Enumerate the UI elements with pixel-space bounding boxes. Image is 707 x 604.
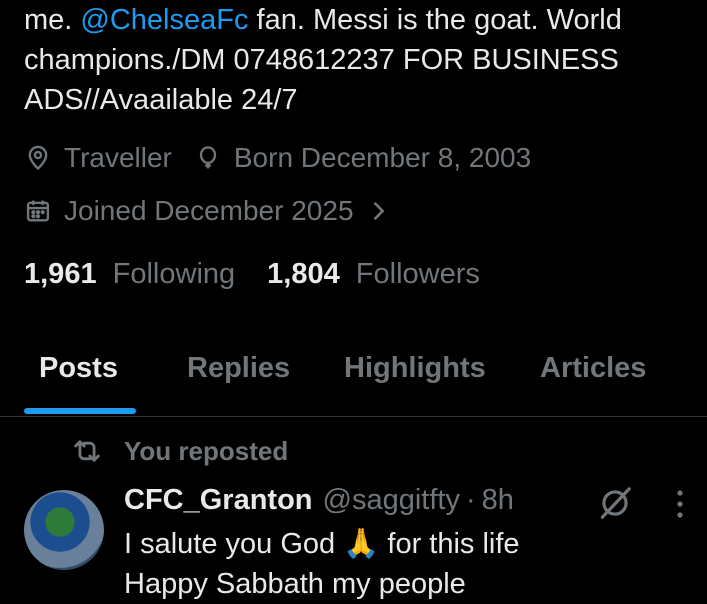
location-text: Traveller: [64, 142, 172, 173]
bio-line-1-suffix: fan. Messi is the goat. World: [248, 4, 622, 36]
active-tab-indicator: [24, 408, 136, 414]
repost-label: You reposted: [124, 435, 289, 466]
repost-indicator: You reposted: [70, 434, 288, 468]
bio-line-1-prefix: me.: [24, 4, 81, 36]
bio-line-2: champions./DM 0748612237 FOR BUSINESS: [24, 44, 619, 76]
follow-stats: 1,961 Following 1,804 Followers: [24, 258, 480, 291]
joined-text: Joined December 2025: [64, 195, 354, 226]
post-handle[interactable]: @saggitfty: [323, 484, 460, 517]
bio-line-1: me. @ChelseaFc fan. Messi is the goat. W…: [24, 0, 694, 40]
profile-meta-row-1: Traveller Born December 8, 2003: [24, 142, 531, 174]
tab-posts[interactable]: Posts: [39, 352, 118, 385]
profile-tabs: Posts Replies Highlights Articles: [0, 340, 707, 417]
balloon-icon: [199, 146, 217, 169]
post-text-line-2: Happy Sabbath my people: [124, 568, 466, 600]
bio-line-3: ADS//Avaailable 24/7: [24, 84, 298, 116]
post-display-name[interactable]: CFC_Granton: [124, 484, 313, 517]
post-text-line-1: I salute you God 🙏 for this life: [124, 528, 520, 560]
avatar[interactable]: [24, 490, 104, 570]
birthday-text: Born December 8, 2003: [233, 142, 532, 173]
tab-highlights[interactable]: Highlights: [344, 352, 486, 385]
grok-icon[interactable]: [596, 484, 634, 522]
more-options-icon[interactable]: [668, 488, 692, 520]
tab-articles[interactable]: Articles: [540, 352, 646, 385]
followers-count: 1,804: [267, 258, 340, 290]
repost-icon: [74, 440, 100, 462]
post-separator: ·: [465, 484, 476, 516]
chevron-right-icon: [373, 201, 384, 221]
following-label: Following: [112, 258, 236, 290]
profile-meta-row-2[interactable]: Joined December 2025: [24, 195, 392, 227]
post-header: CFC_Granton @saggitfty · 8h: [124, 484, 514, 517]
post-time[interactable]: 8h: [482, 484, 514, 517]
followers-link[interactable]: 1,804 Followers: [267, 258, 480, 291]
profile-bio: me. @ChelseaFc fan. Messi is the goat. W…: [24, 0, 694, 120]
tab-replies[interactable]: Replies: [187, 352, 290, 385]
post-text: I salute you God 🙏 for this life Happy S…: [124, 524, 520, 604]
following-link[interactable]: 1,961 Following: [24, 258, 235, 291]
following-count: 1,961: [24, 258, 97, 290]
calendar-icon: [26, 200, 50, 222]
followers-label: Followers: [355, 258, 480, 290]
location-pin-icon: [28, 145, 48, 171]
chelsea-mention-link[interactable]: @ChelseaFc: [80, 4, 248, 36]
